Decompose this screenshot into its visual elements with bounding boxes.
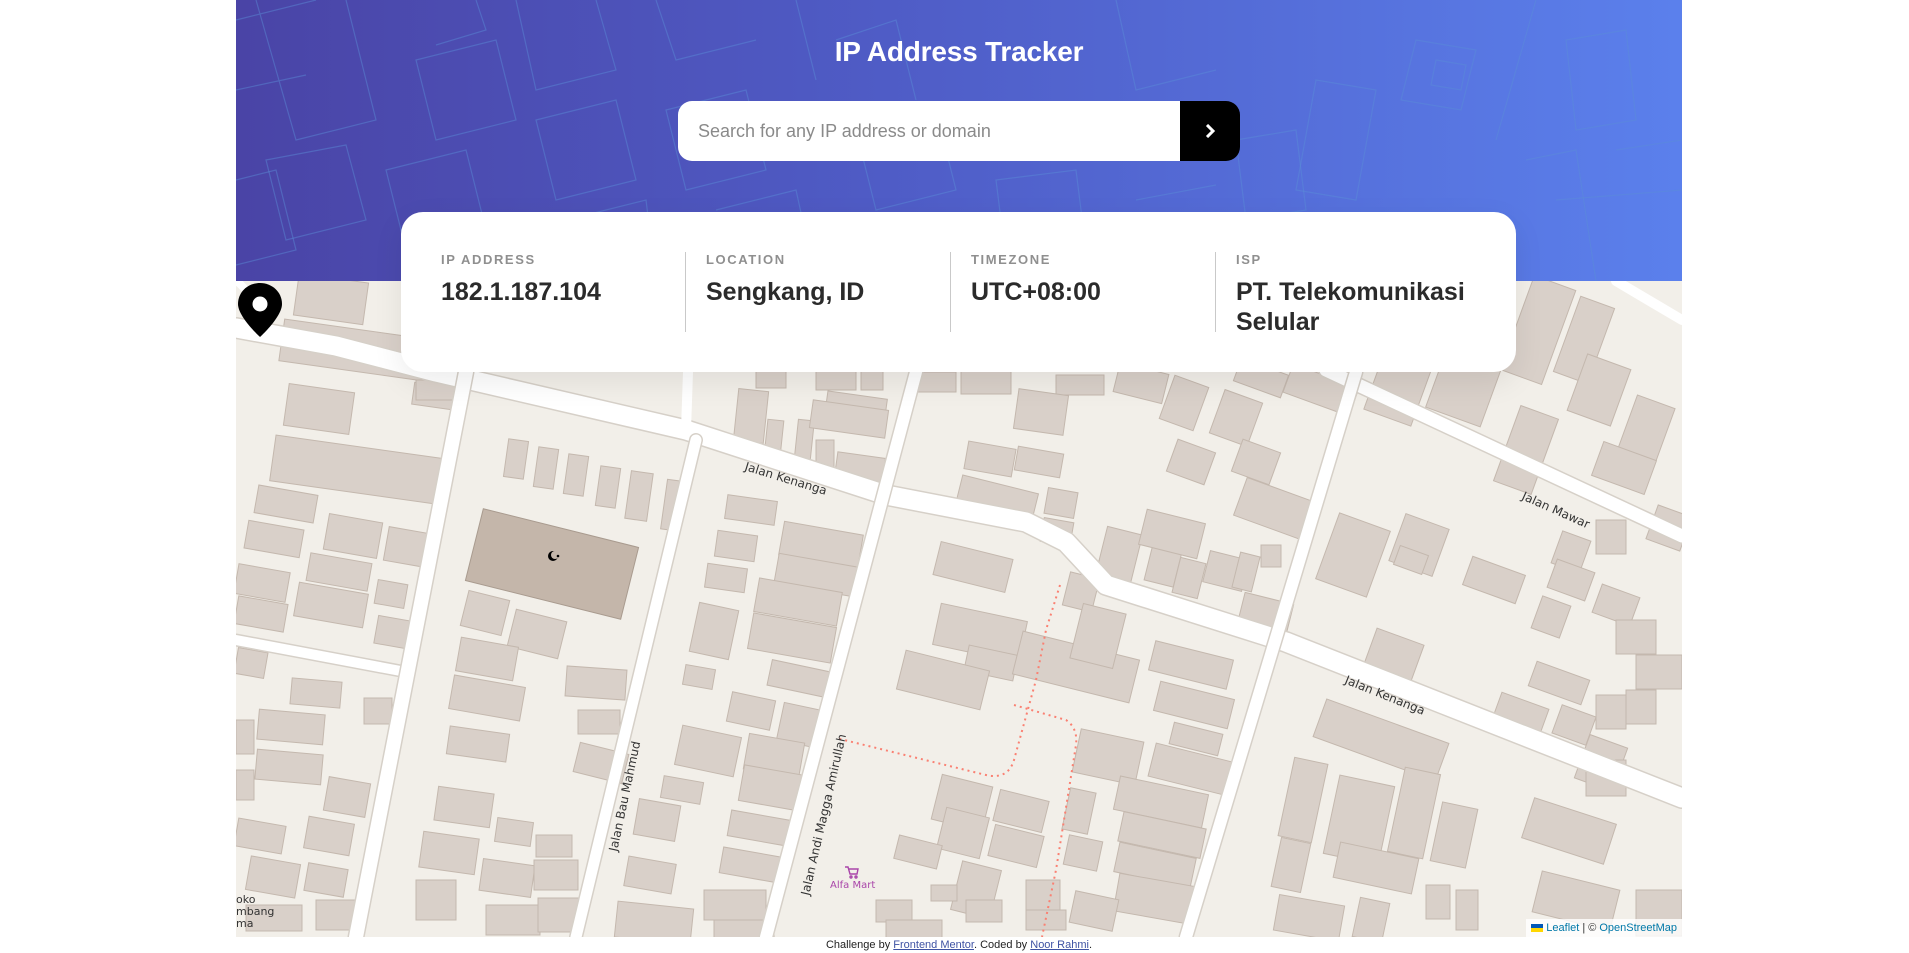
footer-prefix: Challenge by xyxy=(825,939,894,951)
info-location: LOCATION Sengkang, ID xyxy=(706,252,941,307)
chevron-right-icon xyxy=(1205,124,1215,138)
info-value-ip-address: 182.1.187.104 xyxy=(441,278,601,306)
map-attribution: Leaflet | © OpenStreetMap xyxy=(1526,919,1682,937)
info-divider xyxy=(1215,252,1216,332)
location-pin-icon[interactable] xyxy=(236,281,284,339)
info-divider xyxy=(685,252,686,332)
footer-suffix: . xyxy=(1088,939,1092,951)
poi-label-alfa-mart: Alfa Mart xyxy=(830,880,875,891)
edge-label-3: ma xyxy=(236,917,253,930)
author-link[interactable]: Noor Rahmi xyxy=(1030,939,1089,951)
info-value-location: Sengkang, ID xyxy=(706,278,865,306)
info-ip-address: IP ADDRESS 182.1.187.104 xyxy=(441,252,676,307)
ukraine-flag-icon xyxy=(1531,924,1544,932)
search-submit-button[interactable] xyxy=(1180,101,1240,161)
leaflet-link[interactable]: Leaflet xyxy=(1546,919,1579,937)
openstreetmap-link[interactable]: OpenStreetMap xyxy=(1599,919,1677,937)
info-label-timezone: TIMEZONE xyxy=(971,252,1051,267)
frontend-mentor-link[interactable]: Frontend Mentor xyxy=(893,939,974,951)
info-timezone: TIMEZONE UTC+08:00 xyxy=(971,252,1206,307)
ip-info-card: IP ADDRESS 182.1.187.104 LOCATION Sengka… xyxy=(401,212,1516,372)
search-input[interactable] xyxy=(678,101,1180,161)
map-view[interactable]: Jalan Kenanga Jalan Kenanga Jalan Mawar … xyxy=(236,281,1682,937)
footer-middle: . Coded by xyxy=(973,939,1031,951)
map-tiles: Jalan Kenanga Jalan Kenanga Jalan Mawar … xyxy=(236,281,1682,937)
attribution-separator: | © xyxy=(1582,922,1597,934)
info-divider xyxy=(950,252,951,332)
info-label-location: LOCATION xyxy=(706,252,786,267)
info-label-isp: ISP xyxy=(1236,252,1262,267)
info-label-ip-address: IP ADDRESS xyxy=(441,252,536,267)
search-form xyxy=(678,101,1240,161)
info-isp: ISP PT. Telekomunikasi Selular xyxy=(1236,252,1486,337)
info-value-isp: PT. Telekomunikasi Selular xyxy=(1236,278,1465,336)
page-title: IP Address Tracker xyxy=(834,36,1084,67)
footer: Challenge by Frontend Mentor. Coded by N… xyxy=(236,937,1682,953)
info-value-timezone: UTC+08:00 xyxy=(971,278,1101,306)
app-root: IP Address Tracker IP ADDRESS 182.1.187.… xyxy=(236,0,1682,953)
